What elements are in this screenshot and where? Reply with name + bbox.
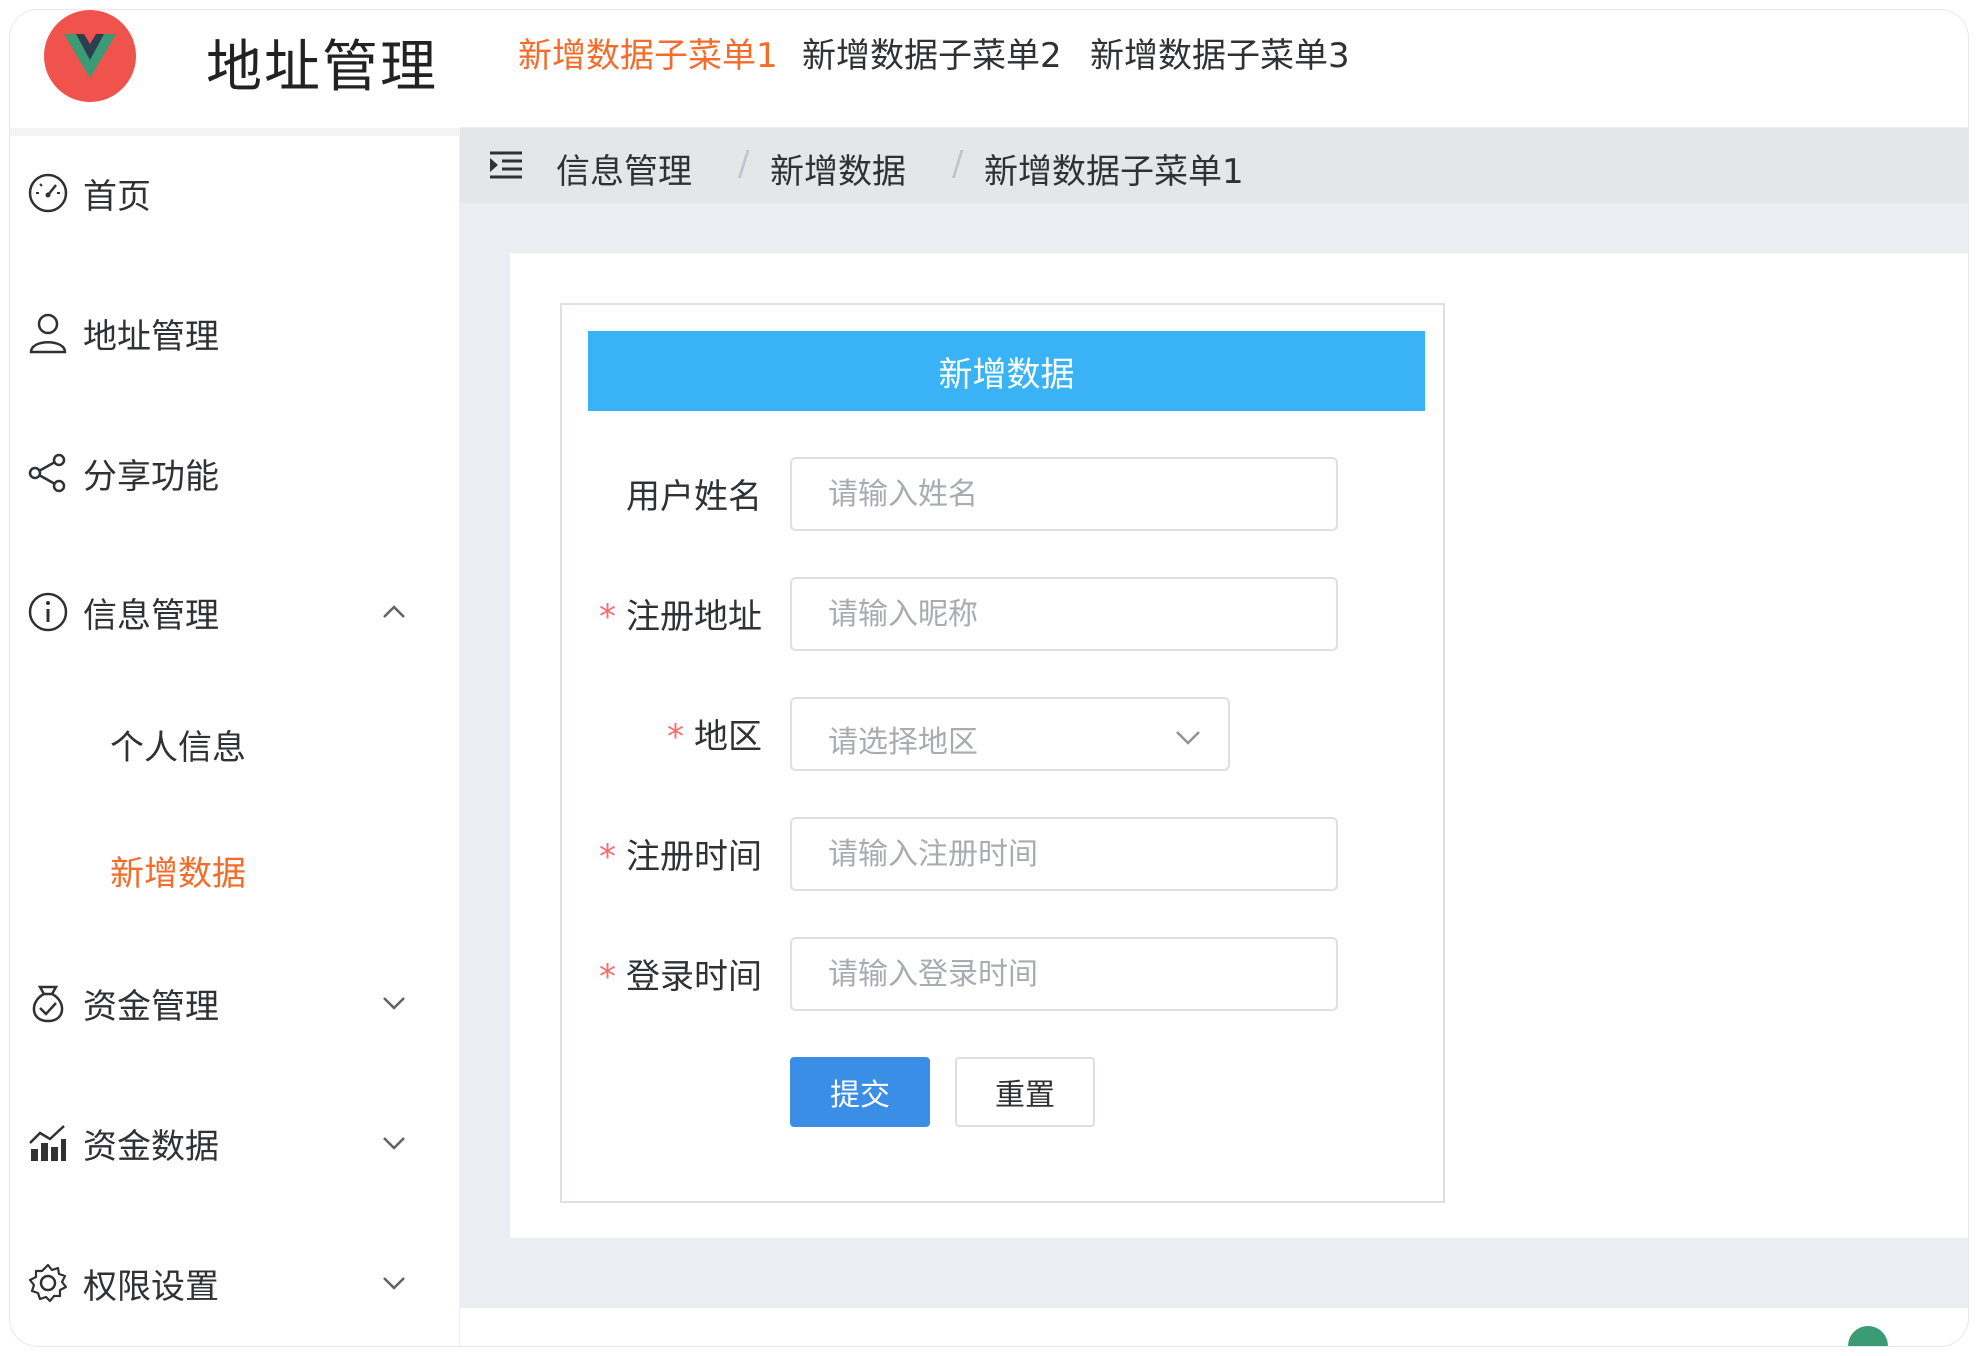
- app-title: 地址管理: [206, 35, 438, 100]
- address-input[interactable]: [790, 577, 1338, 651]
- topnav-item-submenu-1[interactable]: 新增数据子菜单1: [518, 28, 778, 77]
- money-bag-icon: [32, 985, 64, 1023]
- footer-area: [460, 1308, 1968, 1346]
- sidebar-subitem-personal-info[interactable]: 个人信息: [10, 699, 460, 789]
- share-icon: [28, 453, 66, 493]
- breadcrumb-separator: /: [738, 144, 750, 184]
- name-label: 用户姓名: [626, 477, 762, 517]
- required-mark: *: [667, 717, 684, 757]
- form-row-register-time: * 注册时间: [562, 817, 1447, 893]
- sidebar-item-share[interactable]: 分享功能: [10, 428, 460, 518]
- sidebar-item-label: 权限设置: [83, 1266, 219, 1307]
- sidebar-item-label: 资金管理: [83, 986, 219, 1027]
- required-mark: *: [599, 957, 616, 997]
- sidebar-subitem-label: 新增数据: [110, 853, 246, 894]
- topnav-item-submenu-2[interactable]: 新增数据子菜单2: [802, 28, 1062, 77]
- main-content: 信息管理 / 新增数据 / 新增数据子菜单1 新增数据 用户姓名 *注: [460, 128, 1968, 1346]
- sidebar-item-fund-data[interactable]: 资金数据: [10, 1098, 460, 1188]
- sidebar: 首页 地址管理 分享功能 信息管理 个人信息 新增数据 资金管理 资金数据 权限…: [10, 136, 460, 1346]
- chevron-down-icon: [383, 1137, 405, 1150]
- data-chart-icon: [29, 1125, 66, 1161]
- region-label: * 地区: [667, 717, 762, 757]
- logo-divider: [10, 128, 460, 136]
- add-data-form: 新增数据 用户姓名 *注册地址: [560, 303, 1445, 1203]
- info-icon: [28, 592, 68, 632]
- breadcrumb: 信息管理 / 新增数据 / 新增数据子菜单1: [460, 128, 1968, 203]
- form-row-region: * 地区 请选择地区: [562, 697, 1447, 773]
- breadcrumb-separator: /: [952, 144, 964, 184]
- login-time-label: * 登录时间: [599, 957, 762, 997]
- breadcrumb-item[interactable]: 新增数据: [770, 144, 906, 193]
- submit-button[interactable]: 提交: [790, 1057, 930, 1127]
- gear-icon: [28, 1263, 68, 1303]
- address-label: * 注册地址: [599, 597, 762, 637]
- form-header: 新增数据: [588, 331, 1425, 411]
- chevron-up-icon: [383, 605, 405, 618]
- app-window: 地址管理 新增数据子菜单1 新增数据子菜单2 新增数据子菜单3 首页 地址管理 …: [10, 10, 1968, 1346]
- register-time-input[interactable]: [790, 817, 1338, 891]
- region-select[interactable]: 请选择地区: [790, 697, 1230, 771]
- user-icon: [29, 313, 67, 354]
- sidebar-item-label: 地址管理: [83, 316, 219, 357]
- chevron-down-icon: [1176, 731, 1200, 745]
- sidebar-item-home[interactable]: 首页: [10, 148, 460, 238]
- dashboard-icon: [28, 173, 68, 213]
- chevron-down-icon: [383, 1277, 405, 1290]
- chevron-down-icon: [383, 997, 405, 1010]
- name-input[interactable]: [790, 457, 1338, 531]
- required-mark: *: [599, 597, 616, 637]
- menu-fold-icon[interactable]: [488, 148, 524, 184]
- reset-button[interactable]: 重置: [955, 1057, 1095, 1127]
- required-mark: *: [599, 837, 616, 877]
- sidebar-subitem-add-data[interactable]: 新增数据: [10, 825, 460, 915]
- form-row-name: 用户姓名: [562, 457, 1447, 533]
- register-time-label: * 注册时间: [599, 837, 762, 877]
- sidebar-item-permissions[interactable]: 权限设置: [10, 1238, 460, 1328]
- breadcrumb-item[interactable]: 信息管理: [556, 144, 692, 193]
- sidebar-item-info[interactable]: 信息管理: [10, 567, 460, 657]
- form-actions: 提交 重置: [562, 1057, 1447, 1133]
- sidebar-item-label: 首页: [83, 176, 151, 217]
- logo-area: 地址管理: [10, 10, 460, 136]
- sidebar-subitem-label: 个人信息: [110, 727, 246, 768]
- form-row-address: * 注册地址: [562, 577, 1447, 653]
- sidebar-item-label: 信息管理: [83, 595, 219, 636]
- form-row-login-time: * 登录时间: [562, 937, 1447, 1013]
- sidebar-item-label: 分享功能: [83, 456, 219, 497]
- top-nav: 新增数据子菜单1 新增数据子菜单2 新增数据子菜单3: [460, 10, 1968, 128]
- topnav-item-submenu-3[interactable]: 新增数据子菜单3: [1090, 28, 1350, 77]
- login-time-input[interactable]: [790, 937, 1338, 1011]
- floating-widget-icon[interactable]: [1848, 1326, 1888, 1346]
- vue-logo-icon[interactable]: [44, 10, 136, 102]
- region-select-placeholder: 请选择地区: [828, 725, 978, 760]
- sidebar-item-label: 资金数据: [83, 1126, 219, 1167]
- breadcrumb-item-current: 新增数据子菜单1: [984, 152, 1244, 192]
- content-card: 新增数据 用户姓名 *注册地址: [510, 253, 1968, 1238]
- sidebar-item-fund-management[interactable]: 资金管理: [10, 958, 460, 1048]
- sidebar-item-address[interactable]: 地址管理: [10, 288, 460, 378]
